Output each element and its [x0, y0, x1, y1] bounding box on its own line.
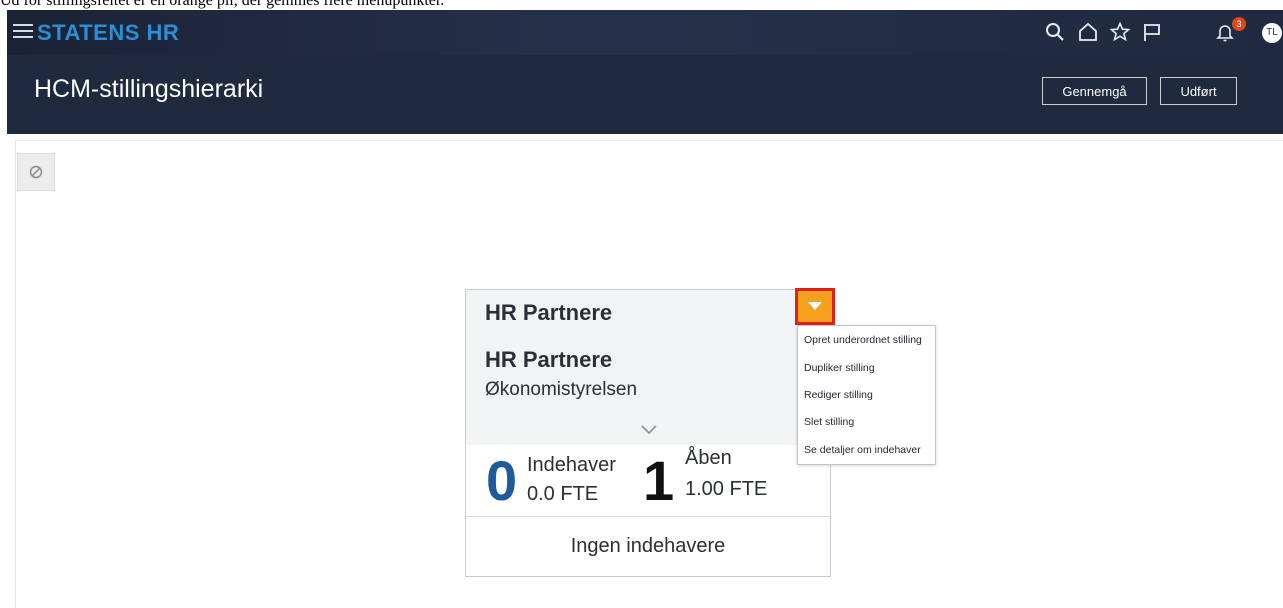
home-icon[interactable]	[1078, 22, 1100, 44]
card-title: HR Partnere	[485, 300, 613, 325]
position-card[interactable]: HR Partnere HR Partnere Økonomistyrelsen…	[465, 289, 831, 577]
review-button[interactable]: Gennemgå	[1042, 77, 1147, 105]
menu-icon[interactable]	[13, 24, 33, 40]
global-header: STATENS HR 3 TL	[7, 10, 1283, 55]
done-button[interactable]: Udført	[1160, 77, 1237, 105]
reset-view-icon[interactable]	[17, 153, 55, 191]
menu-item-edit[interactable]: Rediger stilling	[804, 389, 873, 401]
fte-metrics: 0 Indehaver 0.0 FTE 1 Åben 1.00 FTE	[466, 445, 830, 517]
open-count: 1	[643, 449, 675, 512]
page-header: HCM-stillingshierarki Gennemgå Udført	[7, 55, 1283, 134]
menu-item-incumbent-details[interactable]: Se detaljer om indehaver	[804, 444, 921, 456]
menu-item-duplicate[interactable]: Dupliker stilling	[804, 362, 875, 374]
avatar[interactable]: TL	[1262, 23, 1282, 43]
incumbents-fte: 0.0 FTE	[527, 483, 599, 505]
actions-menu: Opret underordnet stilling Dupliker stil…	[797, 325, 936, 465]
incumbents-label: Indehaver	[527, 454, 616, 476]
chevron-down-icon[interactable]	[641, 422, 657, 435]
brand-logo[interactable]: STATENS HR	[37, 20, 179, 46]
notification-badge: 3	[1232, 17, 1246, 31]
open-label: Åben	[685, 447, 732, 469]
caret-down-icon	[808, 302, 822, 310]
position-name: HR Partnere	[485, 347, 613, 372]
star-icon[interactable]	[1109, 21, 1132, 44]
search-icon[interactable]	[1045, 22, 1067, 44]
menu-item-delete[interactable]: Slet stilling	[804, 416, 854, 428]
flag-icon[interactable]	[1142, 22, 1164, 44]
open-fte: 1.00 FTE	[685, 478, 768, 500]
incumbents-count: 0	[486, 449, 518, 512]
page-title: HCM-stillingshierarki	[34, 75, 264, 103]
card-header: HR Partnere HR Partnere Økonomistyrelsen	[466, 290, 830, 445]
actions-dropdown-button[interactable]	[795, 288, 835, 325]
organization-name: Økonomistyrelsen	[485, 379, 638, 400]
card-footer: Ingen indehavere	[570, 535, 726, 557]
menu-item-create-child[interactable]: Opret underordnet stilling	[804, 334, 922, 346]
